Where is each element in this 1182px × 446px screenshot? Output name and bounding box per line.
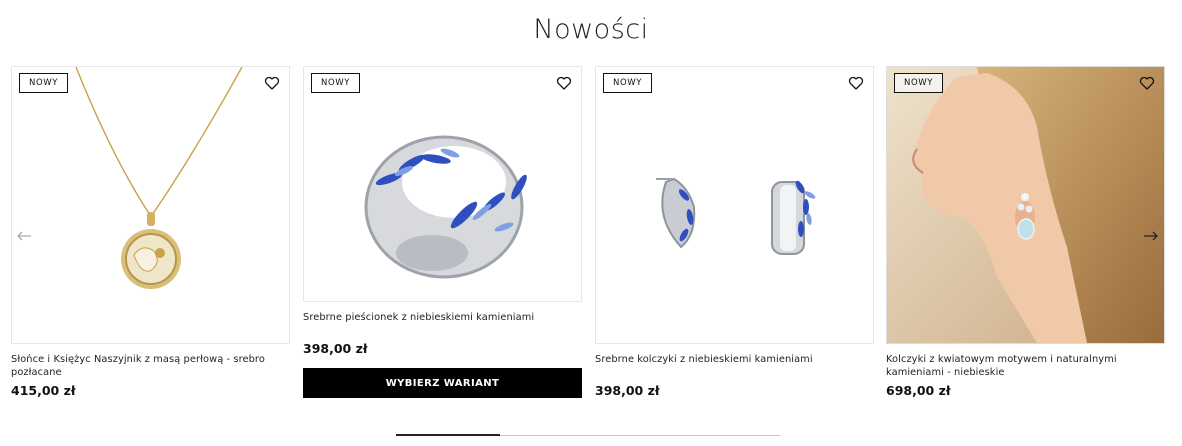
product-price: 698,00 zł: [886, 383, 951, 398]
necklace-image: [75, 67, 243, 289]
new-badge: NOWY: [311, 73, 361, 93]
product-name[interactable]: Słońce i Księżyc Naszyjnik z masą perłow…: [11, 353, 290, 379]
product-name[interactable]: Srebrne kolczyki z niebieskiemi kamienia…: [595, 353, 874, 366]
heart-icon[interactable]: [1139, 75, 1155, 91]
section-title: Nowości: [533, 14, 649, 45]
product-image[interactable]: NOWY: [886, 66, 1165, 344]
product-price: 398,00 zł: [595, 383, 660, 398]
product-image[interactable]: NOWY: [11, 66, 290, 344]
product-price: 415,00 zł: [11, 383, 76, 398]
new-badge: NOWY: [894, 73, 944, 93]
arrow-right-icon[interactable]: [1142, 228, 1160, 244]
arrow-left-icon[interactable]: [15, 228, 33, 244]
heart-icon[interactable]: [848, 75, 864, 91]
earrings-image: [656, 177, 816, 255]
ring-image: [364, 135, 527, 279]
model-photo: [887, 67, 1164, 343]
product-name[interactable]: Srebrne pieścionek z niebieskiemi kamien…: [303, 311, 582, 324]
product-image[interactable]: NOWY: [303, 66, 582, 302]
heart-icon[interactable]: [264, 75, 280, 91]
new-badge: NOWY: [19, 73, 69, 93]
heart-icon[interactable]: [556, 75, 572, 91]
product-name[interactable]: Kolczyki z kwiatowym motywem i naturalny…: [886, 353, 1165, 379]
choose-variant-button[interactable]: WYBIERZ WARIANT: [303, 368, 582, 398]
product-image[interactable]: NOWY: [595, 66, 874, 344]
new-badge: NOWY: [603, 73, 653, 93]
product-price: 398,00 zł: [303, 341, 368, 356]
carousel-scrollbar-thumb[interactable]: [396, 434, 500, 436]
